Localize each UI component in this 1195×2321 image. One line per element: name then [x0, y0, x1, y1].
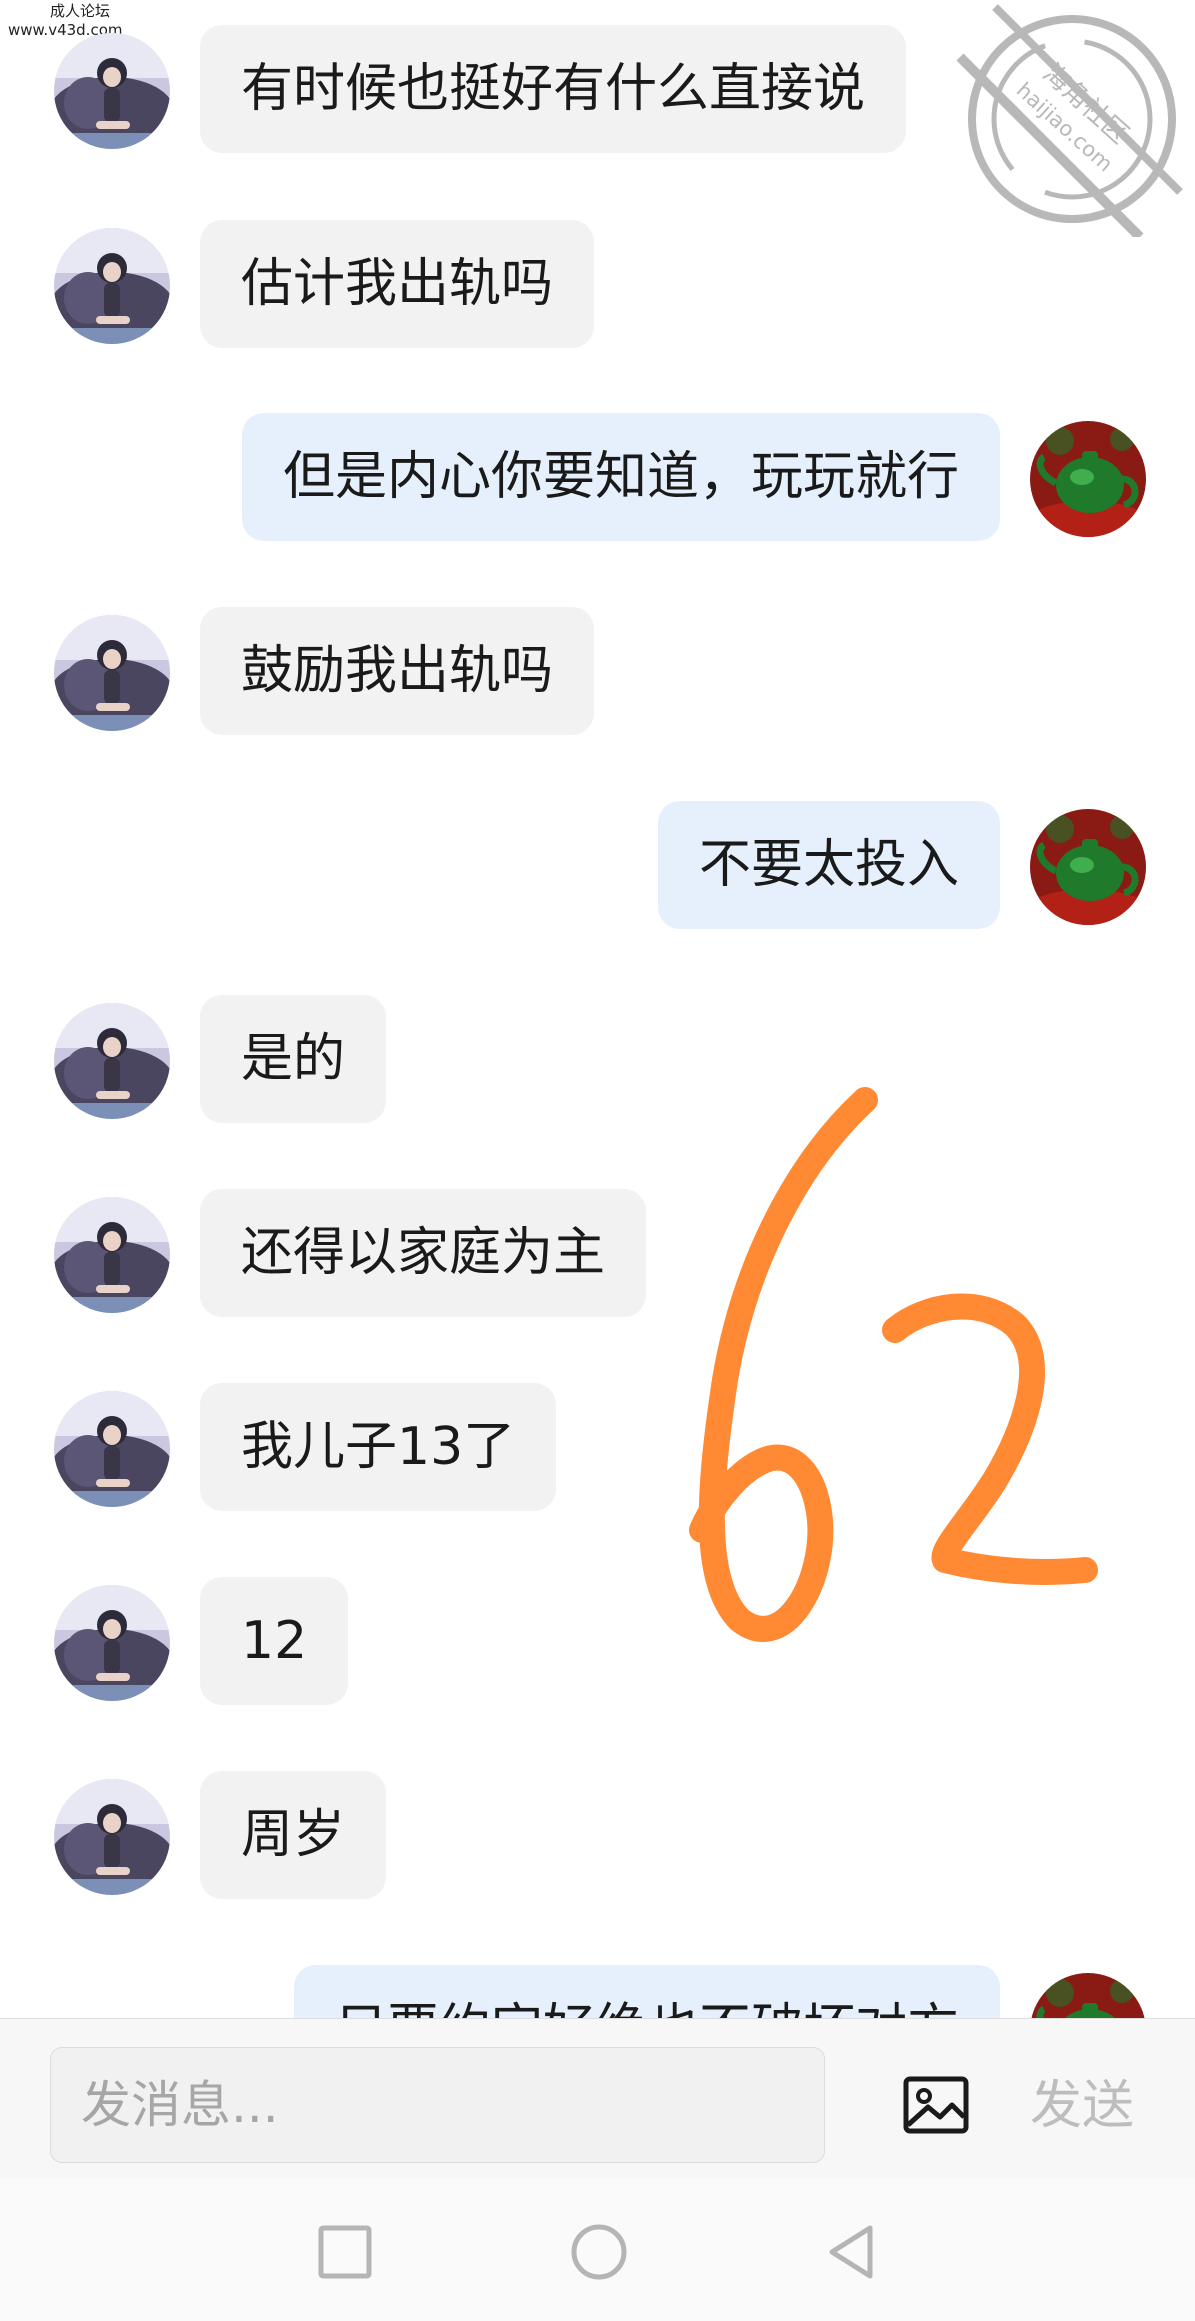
contact-avatar[interactable] [54, 1585, 170, 1701]
message-bubble[interactable]: 周岁 [200, 1771, 387, 1899]
my-avatar[interactable] [1030, 421, 1146, 537]
contact-avatar[interactable] [54, 1003, 170, 1119]
my-avatar[interactable] [1030, 809, 1146, 925]
image-icon[interactable] [900, 2069, 972, 2141]
message-bubble[interactable]: 不要太投入 [657, 801, 1000, 929]
contact-avatar[interactable] [54, 228, 170, 344]
message-bubble[interactable]: 只要约定好绝也不破坏对方 [293, 1965, 1000, 2020]
message-bubble[interactable]: 鼓励我出轨吗 [200, 607, 595, 735]
contact-avatar[interactable] [54, 1391, 170, 1507]
back-icon[interactable] [820, 2220, 884, 2284]
home-icon[interactable] [567, 2220, 631, 2284]
message-bubble[interactable]: 估计我出轨吗 [200, 220, 595, 348]
message-bubble[interactable]: 有时候也挺好有什么直接说 [200, 25, 907, 153]
send-button[interactable]: 发送 [1030, 2051, 1134, 2161]
message-bubble[interactable]: 但是内心你要知道，玩玩就行 [241, 413, 1000, 541]
contact-avatar[interactable] [54, 615, 170, 731]
contact-avatar[interactable] [54, 1197, 170, 1313]
message-bubble[interactable]: 12 [200, 1577, 349, 1705]
message-row-outgoing: 不要太投入 [0, 801, 1195, 931]
contact-avatar[interactable] [54, 33, 170, 149]
message-row-outgoing: 只要约定好绝也不破坏对方 [0, 1965, 1195, 2020]
handwritten-number-overlay [689, 1087, 1098, 1642]
message-input[interactable] [50, 2047, 825, 2163]
system-navigation-bar [0, 2178, 1195, 2321]
message-row-outgoing: 但是内心你要知道，玩玩就行 [0, 413, 1195, 543]
message-row-incoming: 鼓励我出轨吗 [0, 607, 1195, 737]
message-bubble[interactable]: 我儿子13了 [200, 1383, 557, 1511]
haijiao-stamp-logo: 海角社区 haijiao.com [956, 4, 1183, 237]
message-row-incoming: 周岁 [0, 1771, 1195, 1901]
recent-apps-icon[interactable] [313, 2220, 377, 2284]
message-list[interactable]: 有时候也挺好有什么直接说 估计我出轨吗 但是内心你要知道，玩玩就行 鼓励我出轨吗… [0, 0, 1195, 2020]
message-row-incoming: 估计我出轨吗 [0, 220, 1195, 350]
compose-bar: 发送 [0, 2018, 1195, 2179]
message-bubble[interactable]: 是的 [200, 995, 387, 1123]
message-bubble[interactable]: 还得以家庭为主 [200, 1189, 647, 1317]
my-avatar[interactable] [1030, 1973, 1146, 2020]
contact-avatar[interactable] [54, 1779, 170, 1895]
